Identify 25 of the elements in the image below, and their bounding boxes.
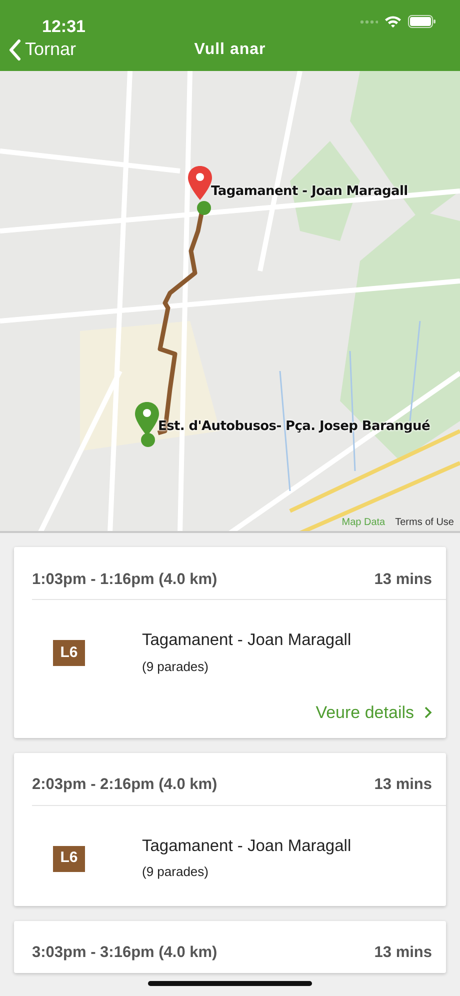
- route-duration: 13 mins: [374, 570, 432, 590]
- line-badge: L6: [53, 640, 85, 666]
- route-times: 2:03pm - 2:16pm (4.0 km): [32, 775, 218, 796]
- signal-icon: [360, 20, 378, 24]
- stop-name: Tagamanent - Joan Maragall: [142, 836, 352, 856]
- wifi-icon: [384, 15, 402, 28]
- route-duration: 13 mins: [374, 775, 432, 796]
- map-pin-icon[interactable]: [187, 165, 213, 201]
- route-duration: 13 mins: [374, 943, 432, 964]
- route-times: 3:03pm - 3:16pm (4.0 km): [32, 943, 218, 964]
- route-card[interactable]: 1:03pm - 1:16pm (4.0 km) 13 mins L6 Tagamanent - Joan Maragall (9 parades) Veure details: [14, 547, 446, 738]
- route-card[interactable]: 3:03pm - 3:16pm (4.0 km) 13 mins: [14, 920, 446, 972]
- battery-icon: [408, 15, 436, 28]
- marker-label: Tagamanent - Joan Maragall: [211, 183, 408, 201]
- stop-count: (9 parades): [142, 863, 210, 882]
- route-card[interactable]: 2:03pm - 2:16pm (4.0 km) 13 mins L6 Tagamanent - Joan Maragall (9 parades): [14, 752, 446, 906]
- stop-name: Tagamanent - Joan Maragall: [142, 630, 352, 651]
- chevron-right-icon: [424, 706, 432, 720]
- line-badge: L6: [53, 846, 85, 872]
- stop-count: (9 parades): [142, 658, 210, 676]
- map-link[interactable]: Terms of Use: [395, 515, 454, 530]
- route-times: 1:03pm - 1:16pm (4.0 km): [32, 570, 218, 590]
- screen-title: Vull anar: [194, 41, 266, 58]
- back-chevron-icon: [8, 38, 21, 60]
- status-time: 12:31: [42, 16, 86, 38]
